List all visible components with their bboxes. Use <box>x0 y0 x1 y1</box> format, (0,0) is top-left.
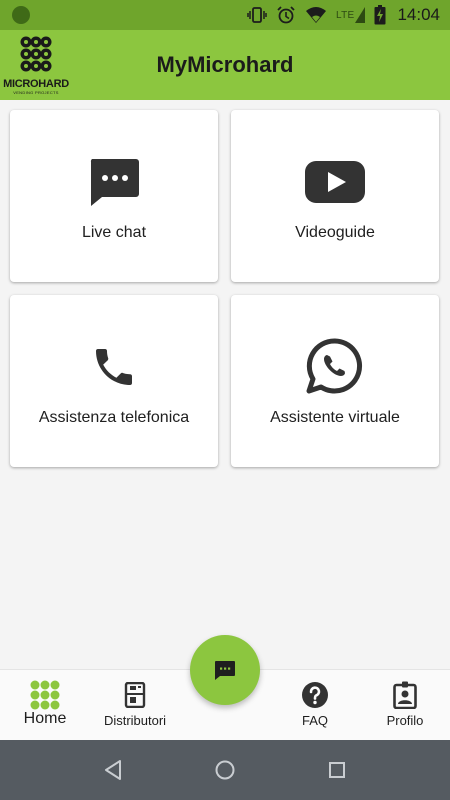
whatsapp-icon <box>305 338 365 395</box>
nav-item-faq[interactable]: FAQ <box>270 670 360 741</box>
battery-charging-icon <box>374 5 386 25</box>
videoguide-card[interactable]: Videoguide <box>231 110 439 282</box>
back-triangle-icon <box>105 760 121 780</box>
vibrate-icon <box>247 7 267 23</box>
phone-support-card[interactable]: Assistenza telefonica <box>10 295 218 467</box>
status-bar: LTE 14:04 <box>0 0 450 30</box>
chat-fab-button[interactable] <box>190 635 260 705</box>
alarm-icon <box>277 6 295 24</box>
recents-button[interactable] <box>324 758 350 782</box>
notification-dot-icon <box>12 6 30 24</box>
nav-item-profilo[interactable]: Profilo <box>360 670 450 741</box>
phone-support-label: Assistenza telefonica <box>38 409 190 426</box>
nav-item-distributori[interactable]: Distributori <box>90 670 180 741</box>
chat-bubble-icon <box>88 154 140 210</box>
app-title: MyMicrohard <box>156 52 294 77</box>
phone-icon <box>90 339 138 395</box>
home-circle-icon <box>215 760 235 780</box>
nav-label-distributori: Distributori <box>103 713 167 728</box>
status-icons: LTE 14:04 <box>247 5 440 25</box>
vending-machine-icon <box>124 680 146 710</box>
network-type-label: LTE <box>335 9 355 21</box>
live-chat-label: Live chat <box>81 224 147 241</box>
app-bar: MICROHARD VENDING PROJECTS MyMicrohard <box>0 30 450 100</box>
home-button[interactable] <box>212 758 238 782</box>
profile-badge-icon <box>393 680 417 710</box>
help-icon <box>301 680 329 710</box>
virtual-assistant-card[interactable]: Assistente virtuale <box>231 295 439 467</box>
chat-icon <box>215 661 235 680</box>
videoguide-label: Videoguide <box>295 224 375 241</box>
nav-label-profilo: Profilo <box>386 713 424 728</box>
system-navigation-bar <box>0 740 450 800</box>
logo-tagline: VENDING PROJECTS <box>13 90 59 95</box>
virtual-assistant-label: Assistente virtuale <box>270 409 400 426</box>
nav-item-home[interactable]: Home <box>0 670 90 741</box>
home-dots-icon <box>29 680 61 710</box>
youtube-play-icon <box>304 154 366 210</box>
status-clock: 14:04 <box>397 5 440 24</box>
logo-wordmark: MICROHARD <box>3 78 69 90</box>
nav-label-faq: FAQ <box>301 713 328 728</box>
live-chat-card[interactable]: Live chat <box>10 110 218 282</box>
nav-label-home: Home <box>23 710 67 727</box>
wifi-icon <box>305 7 326 23</box>
signal-icon <box>355 7 366 23</box>
back-button[interactable] <box>100 758 126 782</box>
recents-square-icon <box>329 762 345 778</box>
